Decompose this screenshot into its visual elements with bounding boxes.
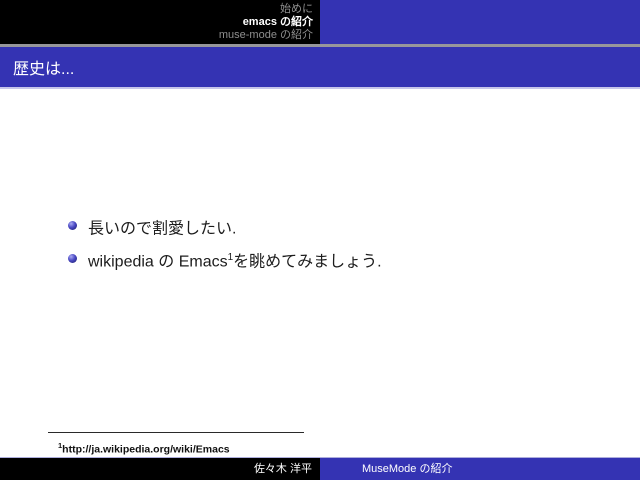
footnote: 1http://ja.wikipedia.org/wiki/Emacs [58, 441, 230, 456]
footline: 佐々木 洋平 MuseMode の紹介 [0, 457, 640, 480]
slide-body: 長いので割愛したい. wikipedia の Emacs1を眺めてみましょう. … [0, 89, 640, 457]
section-nav: 始めに emacs の紹介 muse-mode の紹介 [0, 0, 320, 44]
nav-section-hajimeni[interactable]: 始めに [280, 3, 313, 16]
ball-bullet-icon [68, 254, 77, 263]
list-item: 長いので割愛したい. [68, 215, 382, 239]
frame-title-bar: 歴史は... [0, 47, 640, 89]
nav-section-muse-mode-intro[interactable]: muse-mode の紹介 [219, 29, 313, 42]
subsection-nav-empty [320, 0, 640, 44]
author-name: 佐々木 洋平 [254, 463, 312, 475]
bullet-text: wikipedia の Emacs1を眺めてみましょう. [88, 248, 382, 272]
bullet-text-segment: 長いので割愛したい. [88, 220, 236, 237]
footline-title-cell: MuseMode の紹介 [320, 458, 640, 480]
headline: 始めに emacs の紹介 muse-mode の紹介 [0, 0, 640, 44]
bullet-text-segment: を眺めてみましょう. [233, 254, 381, 271]
list-item: wikipedia の Emacs1を眺めてみましょう. [68, 248, 382, 272]
bullet-list: 長いので割愛したい. wikipedia の Emacs1を眺めてみましょう. [68, 215, 382, 282]
bullet-text: 長いので割愛したい. [88, 215, 236, 239]
ball-bullet-icon [68, 221, 77, 230]
footnote-rule [48, 432, 304, 433]
bullet-text-segment: wikipedia の Emacs [88, 254, 228, 271]
presentation-slide: 始めに emacs の紹介 muse-mode の紹介 歴史は... 長いので割… [0, 0, 640, 480]
footnote-url[interactable]: http://ja.wikipedia.org/wiki/Emacs [62, 444, 229, 456]
frame-title: 歴史は... [13, 55, 74, 79]
footline-author-cell: 佐々木 洋平 [0, 458, 320, 480]
nav-section-emacs-intro-current[interactable]: emacs の紹介 [243, 16, 313, 29]
talk-title: MuseMode の紹介 [362, 463, 452, 475]
